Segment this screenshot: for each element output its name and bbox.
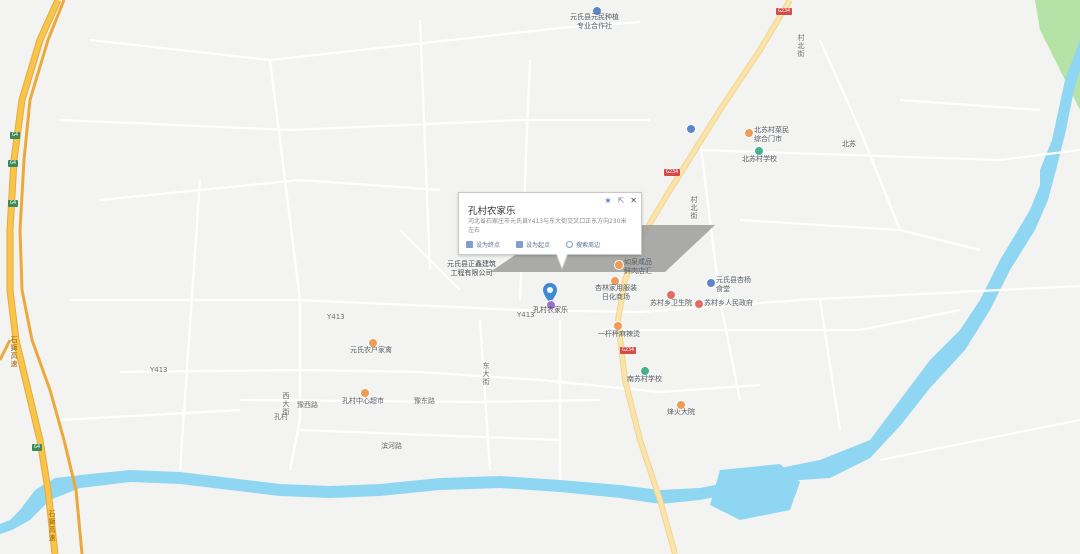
search-icon [566,241,574,248]
poi-label: 南苏村学校 [627,375,662,383]
road-shield-g4: G4 [10,132,21,139]
place-label: 北苏 [842,140,856,148]
poi-label: 烽火大院 [667,408,695,416]
map-canvas[interactable]: 元氏县元民种植 专业合作社 北苏村菜民 综合门市 北苏村学校 北苏 元氏县正鑫建筑工… [0,0,1080,554]
set-origin-button[interactable]: 设为起点 [516,240,550,249]
road-shield-g4: G4 [8,160,19,167]
popup-tail-fill [556,252,568,268]
share-icon[interactable]: ⇱ [618,196,625,205]
road-shield-g234: G234 [664,169,681,176]
road-shield-g234: G234 [776,8,793,15]
road-label-y413: Y413 [327,313,345,321]
poi-label: 北苏村菜民 综合门市 [754,126,789,143]
poi-label: 元氏县元民种植 专业合作社 [570,13,619,30]
expressway-label: 石獅高速 [10,336,18,368]
road-label-cunbei: 村北街 [690,196,698,220]
favorite-star-icon[interactable]: ★ [604,196,611,205]
road-label-yuxi: 豫西路 [297,401,318,409]
set-destination-button[interactable]: 设为终点 [466,240,500,249]
road-shield-g4: G4 [8,200,19,207]
search-nearby-button[interactable]: 搜索周边 [566,240,600,249]
road-shield-g4: G4 [32,444,43,451]
poi-label: 北苏村学校 [742,155,777,163]
road-label-dongdajie: 东大街 [482,362,490,386]
road-label-y413: Y413 [517,311,535,319]
expressway-label: 石獅高速 [48,510,56,542]
government-pin[interactable] [694,299,704,309]
road-label-yudong: 豫东路 [414,397,435,405]
poi-label: 如泉咸品 鲜肉店汇 [624,258,652,275]
place-label-kongcun: 孔村 [274,413,288,421]
road-label-binhe: 滨河路 [381,442,402,450]
selected-place-label: 孔村农家乐 [533,306,568,314]
bus-stop-pin[interactable] [686,124,696,134]
origin-icon [516,241,524,248]
road-label-cunbei: 村北街 [797,34,805,58]
poi-label: 元氏县正鑫建筑 工程有限公司 [447,260,496,277]
canteen-pin[interactable] [706,278,716,288]
shop-pin[interactable] [614,260,624,270]
poi-label: 苏村乡人民政府 [704,299,753,307]
poi-label: 元氏县杏杨 食堂 [716,276,751,293]
poi-label: 一杆秤麻辣烫 [598,330,640,338]
poi-label: 元氏农户家禽 [350,346,392,354]
close-icon[interactable]: ✕ [630,196,637,205]
destination-icon [466,241,473,248]
place-popup: 孔村农家乐 ★ ⇱ ✕ 河北省石家庄市元氏县Y413与东大街交叉口正东方向230… [458,192,642,255]
shop-pin[interactable] [744,128,754,138]
popup-header-icons: ★ ⇱ ✕ [604,196,637,205]
road-shield-g234: G234 [620,347,637,354]
popup-actions: 设为终点 设为起点 搜索周边 [466,240,600,249]
poi-label: 孔村中心超市 [342,397,384,405]
map-base-layer [0,0,1080,554]
lake [710,464,800,520]
popup-address: 河北省石家庄市元氏县Y413与东大街交叉口正东方向230米左右 [468,218,627,234]
road-label-y413: Y413 [150,366,168,374]
poi-label: 杏林家用服装 日化商场 [595,284,637,301]
popup-title: 孔村农家乐 [468,206,516,217]
poi-label: 苏村乡卫生院 [650,299,692,307]
